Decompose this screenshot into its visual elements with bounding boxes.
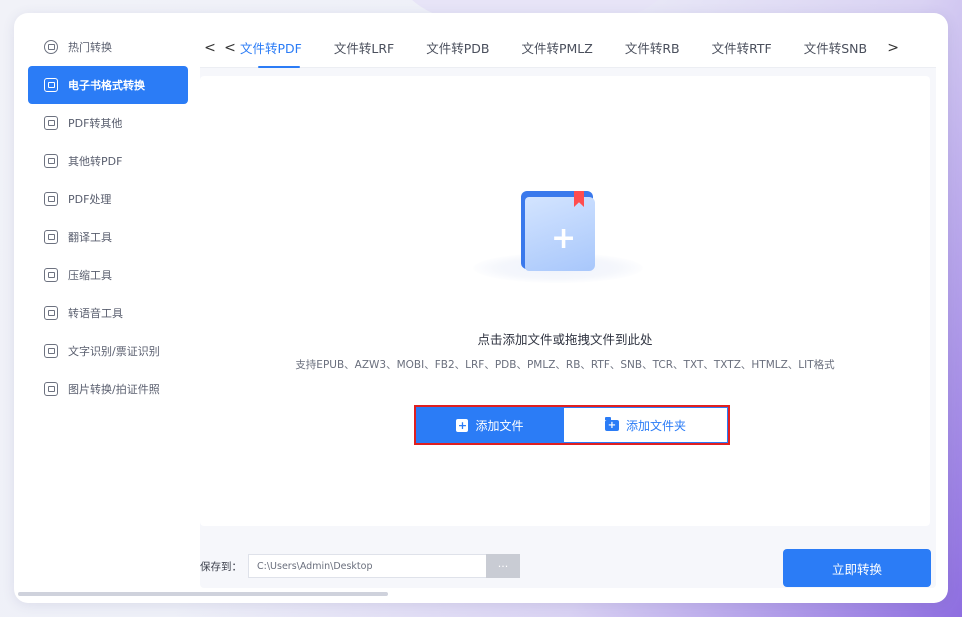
- sidebar-item-speech[interactable]: 转语音工具: [28, 294, 188, 332]
- output-path-input[interactable]: [248, 554, 486, 578]
- tabs-scroll-left-button[interactable]: <: [200, 35, 220, 60]
- sidebar-item-label: 电子书格式转换: [68, 79, 145, 92]
- save-to-label: 保存到：: [200, 560, 242, 573]
- sidebar-item-pdf-to-other[interactable]: PDF转其他: [28, 104, 188, 142]
- fire-icon: [44, 40, 58, 54]
- add-file-label: 添加文件: [475, 418, 524, 433]
- app-window: 热门转换 电子书格式转换 PDF转其他 其他转PDF PDF处理 翻译工具 压缩…: [14, 13, 948, 603]
- file-drop-zone[interactable]: + 点击添加文件或拖拽文件到此处 支持EPUB、AZW3、MOBI、FB2、LR…: [200, 76, 930, 526]
- folder-plus-icon: +: [604, 416, 619, 431]
- translate-icon: [44, 230, 58, 244]
- tab-list: 文件转PDF 文件转LRF 文件转PDB 文件转PMLZ 文件转RB 文件转RT…: [240, 28, 883, 68]
- tabs-prev-button[interactable]: <: [220, 35, 240, 60]
- sidebar-item-label: 其他转PDF: [68, 155, 123, 168]
- pdf-export-icon: [44, 116, 58, 130]
- ocr-icon: [44, 344, 58, 358]
- sidebar-item-label: 热门转换: [68, 41, 112, 54]
- sidebar-item-translate[interactable]: 翻译工具: [28, 218, 188, 256]
- tabs-next-button[interactable]: >: [883, 35, 904, 60]
- tab-to-pdf[interactable]: 文件转PDF: [240, 28, 318, 68]
- file-plus-icon: +: [456, 418, 469, 432]
- add-folder-label: 添加文件夹: [625, 418, 686, 433]
- sidebar: 热门转换 电子书格式转换 PDF转其他 其他转PDF PDF处理 翻译工具 压缩…: [28, 28, 188, 588]
- sidebar-item-other-to-pdf[interactable]: 其他转PDF: [28, 142, 188, 180]
- main-content: < < 文件转PDF 文件转LRF 文件转PDB 文件转PMLZ 文件转RB 文…: [200, 28, 936, 588]
- supported-formats: 支持EPUB、AZW3、MOBI、FB2、LRF、PDB、PMLZ、RB、RTF…: [295, 359, 835, 371]
- speech-icon: [44, 306, 58, 320]
- ebook-icon: [44, 78, 58, 92]
- convert-now-button[interactable]: 立即转换: [783, 549, 931, 587]
- browse-folder-button[interactable]: ···: [486, 554, 520, 578]
- sidebar-item-label: 文字识别/票证识别: [68, 345, 160, 358]
- sidebar-item-label: PDF处理: [68, 193, 112, 206]
- tab-to-pmlz[interactable]: 文件转PMLZ: [505, 28, 608, 68]
- add-buttons-group: + 添加文件 + 添加文件夹: [414, 405, 730, 445]
- add-file-button[interactable]: + 添加文件: [416, 407, 564, 443]
- sidebar-item-label: 翻译工具: [68, 231, 112, 244]
- pdf-edit-icon: [44, 192, 58, 206]
- tab-to-pdb[interactable]: 文件转PDB: [410, 28, 505, 68]
- pdf-import-icon: [44, 154, 58, 168]
- tab-to-rb[interactable]: 文件转RB: [609, 28, 696, 68]
- sidebar-item-label: PDF转其他: [68, 117, 123, 130]
- sidebar-item-label: 压缩工具: [68, 269, 112, 282]
- sidebar-item-label: 图片转换/拍证件照: [68, 383, 160, 396]
- sidebar-item-ocr[interactable]: 文字识别/票证识别: [28, 332, 188, 370]
- sidebar-item-compress[interactable]: 压缩工具: [28, 256, 188, 294]
- sidebar-item-ebook[interactable]: 电子书格式转换: [28, 66, 188, 104]
- tab-to-rtf[interactable]: 文件转RTF: [696, 28, 788, 68]
- horizontal-scrollbar[interactable]: [18, 592, 388, 596]
- compress-icon: [44, 268, 58, 282]
- drop-instruction: 点击添加文件或拖拽文件到此处: [477, 332, 653, 347]
- plus-icon: +: [551, 221, 577, 256]
- footer-bar: 保存到： ··· 立即转换: [200, 544, 936, 588]
- add-book-illustration: +: [473, 183, 653, 283]
- tab-to-snb[interactable]: 文件转SNB: [788, 28, 883, 68]
- tab-bar: < < 文件转PDF 文件转LRF 文件转PDB 文件转PMLZ 文件转RB 文…: [200, 28, 936, 68]
- tab-to-lrf[interactable]: 文件转LRF: [318, 28, 410, 68]
- image-icon: [44, 382, 58, 396]
- sidebar-item-pdf-process[interactable]: PDF处理: [28, 180, 188, 218]
- sidebar-item-label: 转语音工具: [68, 307, 123, 320]
- sidebar-item-hot[interactable]: 热门转换: [28, 28, 188, 66]
- sidebar-item-image[interactable]: 图片转换/拍证件照: [28, 370, 188, 408]
- add-folder-button[interactable]: + 添加文件夹: [564, 407, 728, 443]
